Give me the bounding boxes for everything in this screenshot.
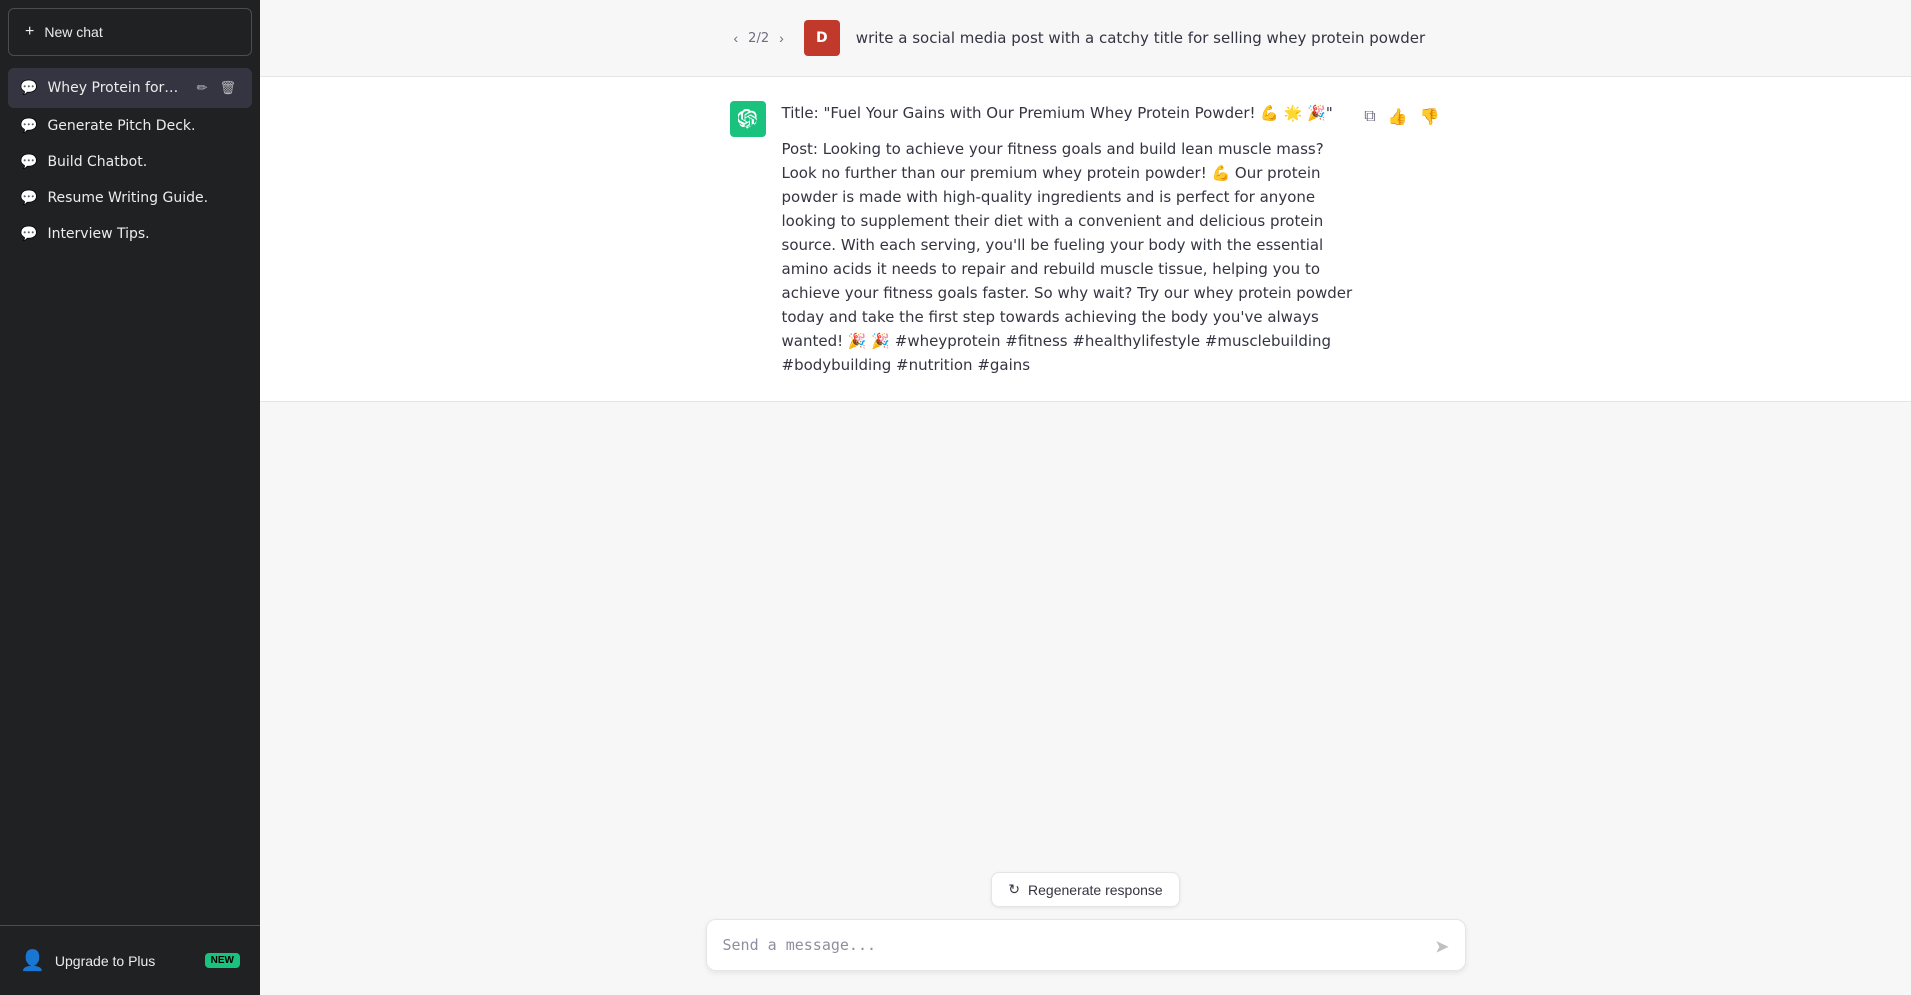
sidebar: + New chat 💬 Whey Protein for Gains. ✏ 🗑… — [0, 0, 260, 995]
nav-current: 2 — [748, 31, 756, 46]
regenerate-label: Regenerate response — [1028, 882, 1163, 898]
plus-icon: + — [25, 23, 34, 41]
chat-bubble-icon-3: 💬 — [20, 154, 37, 170]
upgrade-label: Upgrade to Plus — [55, 953, 155, 969]
main-content: ‹ 2/2 › D write a social media post with… — [260, 0, 1911, 995]
sidebar-item-label: Whey Protein for Gains. — [47, 80, 182, 96]
thumbs-down-button[interactable]: 👎 — [1418, 105, 1442, 129]
input-area: ➤ — [706, 919, 1466, 975]
chat-item-actions: ✏ 🗑 — [193, 78, 240, 98]
thumbs-up-button[interactable]: 👍 — [1386, 105, 1410, 129]
sidebar-item-label-2: Generate Pitch Deck. — [47, 118, 240, 134]
ai-avatar — [730, 101, 766, 137]
user-circle-icon: 👤 — [20, 948, 45, 973]
new-badge: NEW — [205, 953, 240, 968]
user-message-row: ‹ 2/2 › D write a social media post with… — [260, 0, 1911, 77]
user-message-content: ‹ 2/2 › D write a social media post with… — [706, 20, 1466, 56]
navigation-controls: ‹ 2/2 › — [730, 20, 788, 48]
upgrade-to-plus-button[interactable]: 👤 Upgrade to Plus NEW — [8, 938, 252, 983]
send-icon: ➤ — [1434, 937, 1449, 957]
edit-chat-button[interactable]: ✏ — [193, 78, 212, 98]
send-button[interactable]: ➤ — [1430, 933, 1453, 962]
sidebar-item-label-5: Interview Tips. — [47, 226, 240, 242]
copy-button[interactable]: ⧉ — [1362, 105, 1377, 129]
chat-bubble-icon: 💬 — [20, 80, 37, 96]
user-message-text: write a social media post with a catchy … — [856, 20, 1442, 50]
nav-total: 2 — [761, 31, 769, 46]
bottom-area: ↻ Regenerate response ➤ — [260, 856, 1911, 995]
ai-response-title: Title: "Fuel Your Gains with Our Premium… — [782, 101, 1363, 125]
ai-message-actions: ⧉ 👍 👎 — [1362, 101, 1441, 129]
ai-message-body: Title: "Fuel Your Gains with Our Premium… — [782, 101, 1442, 377]
sidebar-item-resume-writing-guide[interactable]: 💬 Resume Writing Guide. — [8, 180, 252, 216]
ai-response-body: Post: Looking to achieve your fitness go… — [782, 137, 1363, 377]
regenerate-response-button[interactable]: ↻ Regenerate response — [991, 872, 1179, 907]
ai-message-row: Title: "Fuel Your Gains with Our Premium… — [260, 77, 1911, 402]
new-chat-button[interactable]: + New chat — [8, 8, 252, 56]
sidebar-item-interview-tips[interactable]: 💬 Interview Tips. — [8, 216, 252, 252]
sidebar-item-build-chatbot[interactable]: 💬 Build Chatbot. — [8, 144, 252, 180]
sidebar-item-label-4: Resume Writing Guide. — [47, 190, 240, 206]
ai-message-content: Title: "Fuel Your Gains with Our Premium… — [706, 101, 1466, 377]
message-nav-label: 2/2 — [748, 31, 769, 46]
regenerate-icon: ↻ — [1008, 881, 1020, 898]
sidebar-footer: 👤 Upgrade to Plus NEW — [0, 925, 260, 995]
next-message-button[interactable]: › — [775, 28, 788, 48]
chat-bubble-icon-2: 💬 — [20, 118, 37, 134]
ai-message-text: Title: "Fuel Your Gains with Our Premium… — [782, 101, 1363, 377]
user-avatar: D — [804, 20, 840, 56]
chat-bubble-icon-4: 💬 — [20, 190, 37, 206]
new-chat-label: New chat — [44, 24, 102, 40]
sidebar-nav: 💬 Whey Protein for Gains. ✏ 🗑 💬 Generate… — [0, 64, 260, 925]
chat-bubble-icon-5: 💬 — [20, 226, 37, 242]
sidebar-item-label-3: Build Chatbot. — [47, 154, 240, 170]
prev-message-button[interactable]: ‹ — [730, 28, 743, 48]
empty-area — [260, 402, 1911, 856]
chat-container: ‹ 2/2 › D write a social media post with… — [260, 0, 1911, 856]
delete-chat-button[interactable]: 🗑 — [215, 78, 240, 98]
message-input[interactable] — [706, 919, 1466, 971]
sidebar-item-whey-protein[interactable]: 💬 Whey Protein for Gains. ✏ 🗑 — [8, 68, 252, 108]
sidebar-item-generate-pitch-deck[interactable]: 💬 Generate Pitch Deck. — [8, 108, 252, 144]
